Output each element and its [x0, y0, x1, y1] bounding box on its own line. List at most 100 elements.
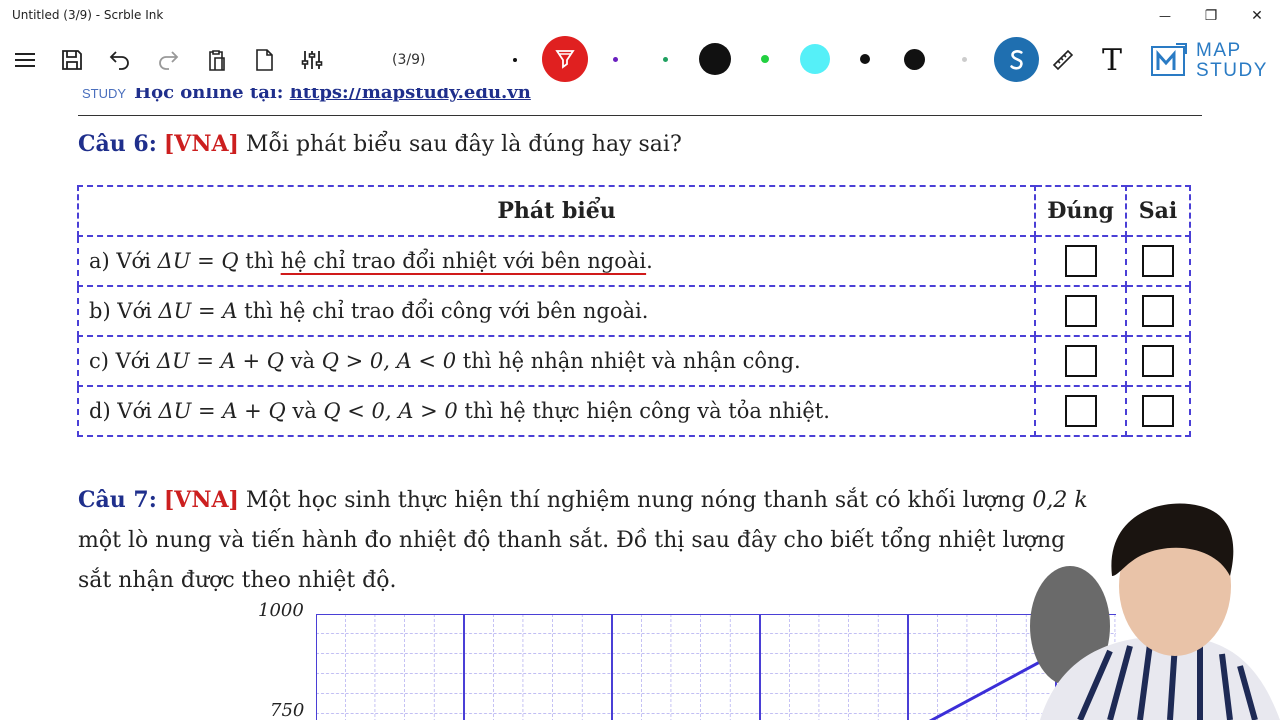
checkbox-d-false[interactable]	[1142, 395, 1175, 427]
statement-c-condition: Q > 0, A < 0	[321, 349, 457, 373]
highlighter-tool-button[interactable]	[542, 36, 588, 82]
q6-label: Câu 6:	[78, 131, 157, 157]
ruler-button[interactable]	[1045, 42, 1081, 78]
menu-button[interactable]	[7, 42, 43, 78]
restore-button[interactable]: ❐	[1188, 0, 1234, 32]
table-header-row: Phát biểu Đúng Sai	[76, 185, 1191, 237]
q6-tag: [VNA]	[163, 131, 239, 157]
menu-icon	[15, 53, 35, 67]
header-statement: Phát biểu	[76, 185, 1037, 237]
checkbox-cell-false	[1125, 235, 1191, 287]
statement-c-rest: thì hệ nhận nhiệt và nhận công.	[456, 349, 801, 373]
redo-icon	[159, 51, 179, 70]
presenter-webcam	[1030, 503, 1280, 720]
statements-table: Phát biểu Đúng Sai a) Với ΔU = Q thì hệ …	[76, 185, 1191, 437]
checkbox-cell-true	[1034, 285, 1128, 337]
color-gray-small[interactable]	[962, 57, 967, 62]
minimize-icon: —	[1159, 9, 1171, 23]
statement-c-prefix: c) Với	[89, 349, 157, 373]
heat-temperature-chart	[316, 614, 1116, 720]
statement-d-mid: và	[285, 399, 324, 423]
checkbox-b-false[interactable]	[1142, 295, 1175, 327]
q7-label: Câu 7:	[78, 487, 157, 513]
header-false: Sai	[1125, 185, 1191, 237]
table-row: d) Với ΔU = A + Q và Q < 0, A > 0 thì hệ…	[76, 385, 1191, 437]
mapstudy-logo-mark	[1151, 43, 1187, 76]
page-header: STUDY Học online tại: https://mapstudy.ed…	[82, 88, 531, 103]
text-tool-icon: T	[1101, 42, 1122, 78]
color-cyan[interactable]	[800, 44, 830, 74]
checkbox-c-true[interactable]	[1064, 345, 1097, 377]
undo-button[interactable]	[102, 42, 138, 78]
checkbox-cell-false	[1125, 385, 1191, 437]
close-icon: ✕	[1251, 8, 1263, 24]
statement-d-rest: thì hệ thực hiện công và tỏa nhiệt.	[457, 399, 830, 423]
checkbox-c-false[interactable]	[1142, 345, 1175, 377]
statement-b: b) Với ΔU = A thì hệ chỉ trao đổi công v…	[76, 285, 1037, 337]
checkbox-b-true[interactable]	[1064, 295, 1097, 327]
close-button[interactable]: ✕	[1234, 0, 1280, 32]
table-row: a) Với ΔU = Q thì hệ chỉ trao đổi nhiệt …	[76, 235, 1191, 287]
checkbox-cell-false	[1125, 335, 1191, 387]
new-page-button[interactable]	[246, 42, 282, 78]
checkbox-cell-false	[1125, 285, 1191, 337]
save-button[interactable]	[54, 42, 90, 78]
text-tool-button[interactable]: T	[1094, 42, 1130, 78]
paste-button[interactable]	[198, 42, 234, 78]
statement-d-math: ΔU = A + Q	[158, 399, 286, 423]
y-tick-750: 750	[270, 700, 305, 720]
table-row: b) Với ΔU = A thì hệ chỉ trao đổi công v…	[76, 285, 1191, 337]
table-row: c) Với ΔU = A + Q và Q > 0, A < 0 thì hệ…	[76, 335, 1191, 387]
header-divider	[78, 115, 1202, 116]
clipboard-icon	[209, 50, 225, 71]
checkbox-d-true[interactable]	[1064, 395, 1097, 427]
statement-a: a) Với ΔU = Q thì hệ chỉ trao đổi nhiệt …	[76, 235, 1037, 287]
stylus-button[interactable]	[994, 37, 1039, 82]
stylus-s-icon	[1009, 49, 1023, 70]
statement-a-end: .	[646, 249, 653, 273]
y-tick-1000: 1000	[258, 600, 304, 621]
pen-size-medium[interactable]	[860, 54, 870, 64]
checkbox-a-true[interactable]	[1064, 245, 1097, 277]
statement-d-prefix: d) Với	[89, 399, 159, 423]
header-logo-text: STUDY	[82, 88, 127, 101]
q7-line-1: Câu 7: [VNA] Một học sinh thực hiện thí …	[78, 480, 1118, 521]
q7-line-2: một lò nung và tiến hành đo nhiệt độ tha…	[78, 528, 1066, 553]
pen-size-tiny[interactable]	[513, 58, 517, 62]
minimize-button[interactable]: —	[1142, 0, 1188, 32]
color-lime[interactable]	[761, 55, 769, 63]
statement-b-mid: thì hệ chỉ trao đổi công với bên ngoài.	[237, 299, 649, 323]
pen-size-large[interactable]	[904, 49, 925, 70]
toolbar: (3/9) T MAP STUDY	[0, 32, 1280, 88]
window-title: Untitled (3/9) - Scrble Ink	[12, 8, 164, 22]
statement-c-math: ΔU = A + Q	[156, 349, 284, 373]
checkbox-cell-true	[1034, 385, 1128, 437]
checkbox-cell-true	[1034, 235, 1128, 287]
statement-c: c) Với ΔU = A + Q và Q > 0, A < 0 thì hệ…	[76, 335, 1037, 387]
statement-a-prefix: a) Với	[89, 249, 158, 273]
statement-c-mid: và	[283, 349, 322, 373]
statement-a-mid: thì	[238, 249, 281, 273]
color-green-small[interactable]	[663, 57, 668, 62]
ruler-icon	[1052, 49, 1074, 71]
undo-icon	[109, 51, 129, 70]
color-purple-small[interactable]	[613, 57, 618, 62]
logo-text-map: MAP	[1196, 40, 1242, 61]
statement-b-math: ΔU = A	[158, 299, 238, 323]
statement-d: d) Với ΔU = A + Q và Q < 0, A > 0 thì hệ…	[76, 385, 1037, 437]
mapstudy-logo: MAP STUDY	[1148, 40, 1276, 84]
color-black-large[interactable]	[699, 43, 731, 75]
settings-button[interactable]	[294, 42, 330, 78]
checkbox-a-false[interactable]	[1142, 245, 1175, 277]
restore-icon: ❐	[1204, 8, 1218, 24]
header-label: Học online tại:	[134, 88, 290, 103]
header-url[interactable]: https://mapstudy.edu.vn	[290, 88, 531, 103]
question-7: Câu 7: [VNA] Một học sinh thực hiện thí …	[78, 480, 1118, 601]
chart-minor-grid	[316, 614, 1116, 720]
statement-a-underlined: hệ chỉ trao đổi nhiệt với bên ngoài	[280, 249, 647, 273]
new-page-icon	[256, 49, 273, 71]
q7-line-1-text: Một học sinh thực hiện thí nghiệm nung n…	[238, 488, 1033, 513]
question-6: Câu 6: [VNA] Mỗi phát biểu sau đây là đú…	[78, 131, 682, 157]
document-page[interactable]: STUDY Học online tại: https://mapstudy.ed…	[0, 88, 1280, 720]
redo-button[interactable]	[150, 42, 186, 78]
